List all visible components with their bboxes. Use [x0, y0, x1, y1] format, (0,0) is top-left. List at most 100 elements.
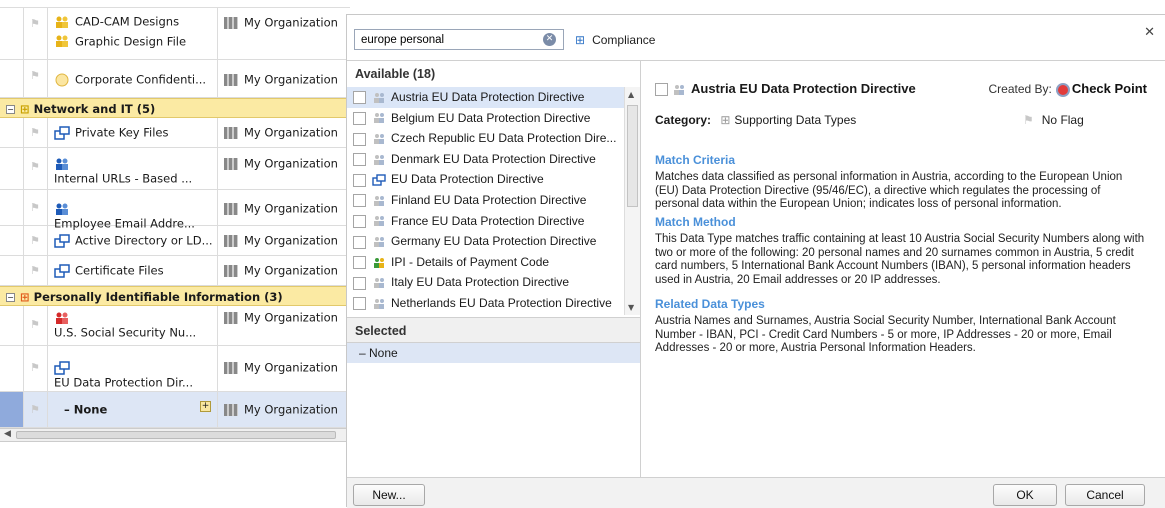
people-icon	[374, 92, 384, 103]
category: Category: ⊞ Supporting Data Types	[655, 113, 856, 127]
row-owner: My Organization	[244, 201, 338, 216]
table-row[interactable]: ⚑ Employee Email Addre... My Organizatio…	[0, 190, 350, 230]
available-item-label: Denmark EU Data Protection Directive	[391, 151, 596, 166]
item-checkbox[interactable]	[353, 153, 366, 167]
selected-title: Selected	[347, 317, 640, 343]
network-icon	[54, 233, 70, 248]
group-icon: ⊞	[20, 290, 30, 304]
item-checkbox[interactable]	[353, 235, 366, 249]
search-input[interactable]	[354, 29, 564, 50]
item-checkbox[interactable]	[353, 194, 366, 208]
item-checkbox[interactable]	[353, 214, 366, 228]
table-row[interactable]: ⚑ Active Directory or LD... My Organizat…	[0, 226, 350, 256]
available-item[interactable]: Italy EU Data Protection Directive	[347, 272, 625, 293]
collapse-icon[interactable]: −	[6, 105, 15, 114]
item-checkbox[interactable]	[353, 256, 366, 270]
compliance-filter[interactable]: ⊞ Compliance	[575, 33, 655, 47]
clear-search-icon[interactable]: ✕	[543, 33, 556, 46]
item-checkbox[interactable]	[353, 111, 366, 125]
scroll-thumb[interactable]	[627, 105, 638, 207]
table-row[interactable]: ⚑ U.S. Social Security Nu... My Organiza…	[0, 306, 350, 346]
new-button[interactable]: New...	[353, 484, 425, 506]
detail-checkbox[interactable]	[655, 83, 668, 97]
people-icon	[374, 113, 384, 124]
table-row[interactable]: ⚑ Private Key Files My Organization	[0, 118, 350, 148]
dialog-header: ✕ ⊞ Compliance ✕	[347, 15, 1165, 61]
row-name: Certificate Files	[75, 263, 164, 278]
collapse-icon[interactable]: −	[6, 293, 15, 302]
rules-grid: ⚑ CAD-CAM Designs Graphic Design File My…	[0, 0, 350, 442]
people-icon	[56, 203, 68, 215]
row-name: Internal URLs - Based ...	[54, 171, 193, 185]
table-row[interactable]: ⚑ EU Data Protection Dir... My Organizat…	[0, 346, 350, 392]
flag-value: No Flag	[1041, 113, 1084, 127]
table-row-selected[interactable]: ⚑ – None + My Organization	[0, 392, 350, 428]
available-item-label: EU Data Protection Directive	[391, 172, 544, 187]
available-item[interactable]: France EU Data Protection Directive	[347, 211, 625, 232]
available-item[interactable]: EU Data Protection Directive	[347, 169, 625, 190]
add-icon[interactable]: +	[200, 401, 211, 412]
available-item-label: Finland EU Data Protection Directive	[391, 193, 587, 207]
available-item[interactable]: Netherlands EU Data Protection Directive	[347, 293, 625, 314]
available-item-label: Austria EU Data Protection Directive	[391, 90, 585, 104]
people-icon	[374, 237, 384, 248]
organization-icon	[224, 403, 238, 416]
match-method-text: This Data Type matches traffic containin…	[655, 233, 1145, 286]
item-checkbox[interactable]	[353, 297, 366, 311]
match-criteria-heading: Match Criteria	[655, 153, 736, 167]
match-method-heading: Match Method	[655, 215, 736, 229]
detail-name-text: Austria EU Data Protection Directive	[691, 81, 916, 96]
item-checkbox[interactable]	[353, 276, 366, 290]
item-checkbox[interactable]	[353, 132, 366, 146]
table-row[interactable]: ⚑ Internal URLs - Based ... My Organizat…	[0, 148, 350, 190]
grid-top-strip	[0, 0, 350, 8]
row-owner: My Organization	[244, 156, 338, 171]
network-icon	[54, 263, 70, 278]
cancel-button[interactable]: Cancel	[1065, 484, 1145, 506]
item-checkbox[interactable]	[353, 173, 366, 187]
available-item[interactable]: Austria EU Data Protection Directive	[347, 87, 625, 108]
available-item[interactable]: IPI - Details of Payment Code	[347, 252, 625, 273]
available-list: Available (18) Austria EU Data Protectio…	[347, 61, 641, 317]
people-icon	[56, 158, 68, 170]
flag-icon: ⚑	[30, 201, 40, 214]
flag-icon: ⚑	[30, 361, 40, 374]
people-icon	[374, 134, 384, 145]
detail-title: Austria EU Data Protection Directive	[655, 81, 916, 97]
available-item[interactable]: Czech Republic EU Data Protection Dire..…	[347, 128, 625, 149]
vertical-scrollbar[interactable]: ▲ ▼	[624, 87, 640, 315]
flag-icon: ⚑	[30, 160, 40, 173]
flag-status: ⚑ No Flag	[1023, 113, 1084, 127]
available-item-label: France EU Data Protection Directive	[391, 213, 585, 228]
available-item[interactable]: Denmark EU Data Protection Directive	[347, 149, 625, 170]
people-icon	[374, 195, 384, 206]
close-icon[interactable]: ✕	[1144, 25, 1155, 40]
group-header[interactable]: − ⊞ Personally Identifiable Information (3…	[0, 286, 350, 306]
table-row[interactable]: ⚑ Corporate Confidenti... My Organizatio…	[0, 60, 350, 98]
horizontal-scrollbar[interactable]: ◀	[0, 428, 350, 442]
selected-none-item[interactable]: – None	[347, 343, 640, 363]
scroll-thumb[interactable]	[16, 431, 336, 439]
available-item[interactable]: Germany EU Data Protection Directive	[347, 231, 625, 252]
table-row[interactable]: ⚑ CAD-CAM Designs Graphic Design File My…	[0, 8, 350, 60]
row-owner: My Organization	[244, 402, 338, 417]
data-type-icon	[674, 84, 684, 95]
compliance-label: Compliance	[592, 33, 656, 47]
table-row[interactable]: ⚑ Certificate Files My Organization	[0, 256, 350, 286]
group-header[interactable]: − ⊞ Network and IT (5)	[0, 98, 350, 118]
available-item[interactable]: Finland EU Data Protection Directive	[347, 190, 625, 211]
row-owner: My Organization	[244, 263, 338, 278]
dialog-footer: New... OK Cancel	[347, 477, 1165, 508]
scroll-up-icon[interactable]: ▲	[628, 90, 634, 99]
ok-button[interactable]: OK	[993, 484, 1057, 506]
flag-icon: ⚑	[30, 264, 40, 277]
flag-icon: ⚑	[30, 403, 40, 416]
scroll-down-icon[interactable]: ▼	[628, 303, 634, 312]
scroll-left-icon[interactable]: ◀	[4, 429, 11, 439]
flag-icon: ⚑	[30, 318, 40, 331]
item-checkbox[interactable]	[353, 91, 366, 105]
flag-icon: ⚑	[30, 126, 40, 139]
available-item[interactable]: Belgium EU Data Protection Directive	[347, 108, 625, 129]
created-by: Created By: Check Point	[989, 81, 1147, 97]
row-name: U.S. Social Security Nu...	[54, 325, 197, 339]
